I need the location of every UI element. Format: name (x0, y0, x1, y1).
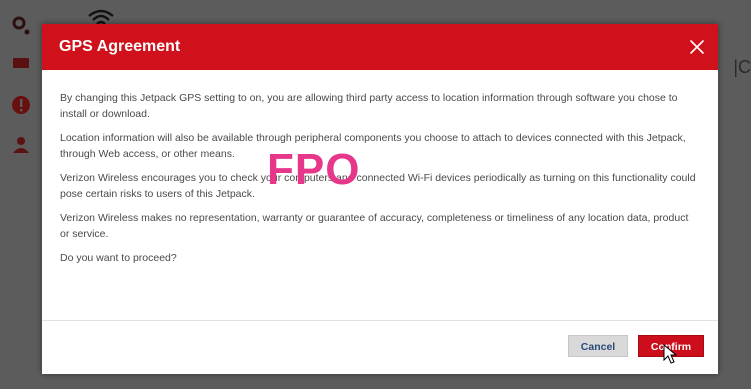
dialog-body: By changing this Jetpack GPS setting to … (60, 90, 700, 274)
close-icon[interactable] (688, 38, 706, 56)
cancel-button[interactable]: Cancel (568, 335, 628, 357)
proceed-question: Do you want to proceed? (60, 252, 177, 264)
agreement-paragraph: Verizon Wireless makes no representation… (60, 212, 689, 240)
user-icon[interactable] (10, 134, 32, 156)
agreement-paragraph: By changing this Jetpack GPS setting to … (60, 92, 678, 120)
alert-icon[interactable] (10, 94, 32, 116)
agreement-paragraph: Location information will also be availa… (60, 132, 686, 160)
dialog-title: GPS Agreement (59, 38, 181, 55)
settings-gear-icon[interactable] (10, 14, 32, 36)
pointer-cursor-icon (663, 344, 677, 364)
message-icon[interactable] (10, 52, 32, 74)
gps-agreement-dialog: GPS Agreement By changing this Jetpack G… (42, 24, 718, 374)
footer-divider (42, 320, 718, 321)
dialog-header: GPS Agreement (42, 24, 718, 70)
agreement-paragraph: Verizon Wireless encourages you to check… (60, 172, 696, 200)
fpo-watermark: FPO (267, 145, 361, 194)
